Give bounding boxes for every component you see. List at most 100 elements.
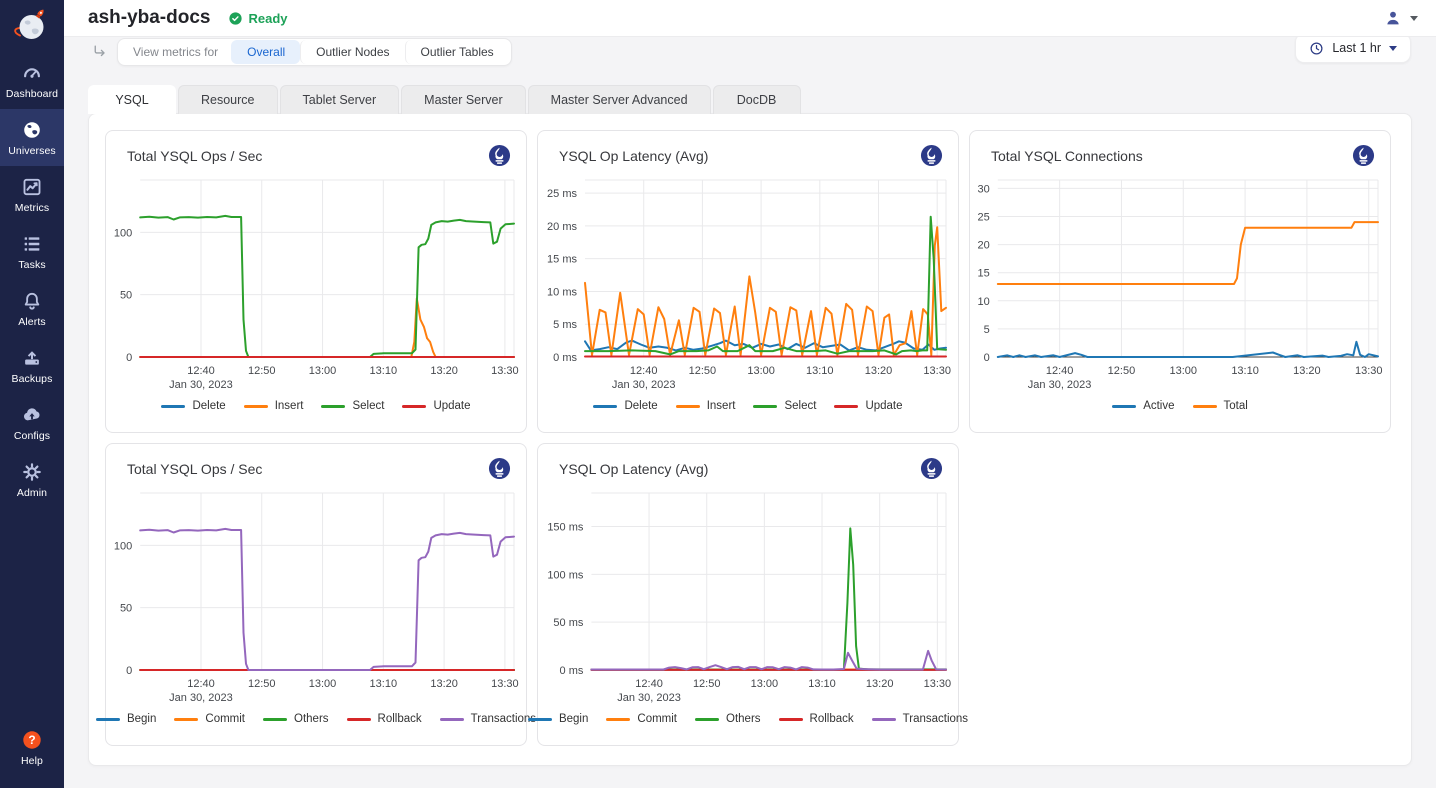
chart-plot[interactable]: 0 ms5 ms10 ms15 ms20 ms25 ms12:40Jan 30,…: [539, 167, 959, 399]
prometheus-icon[interactable]: [488, 457, 511, 480]
chart-plot[interactable]: 0 ms50 ms100 ms150 ms12:40Jan 30, 202312…: [539, 480, 959, 712]
legend-item-delete[interactable]: Delete: [161, 400, 225, 412]
scope-outlier-nodes[interactable]: Outlier Nodes: [300, 40, 404, 64]
legend-label: Transactions: [903, 713, 968, 725]
sidebar-nav: Dashboard Universes Metrics Tasks AlertsBack…: [0, 52, 64, 508]
legend-item-begin[interactable]: Begin: [528, 713, 588, 725]
sidebar-item-universes[interactable]: Universes: [0, 109, 64, 166]
legend-label: Begin: [559, 713, 588, 725]
tab-docdb[interactable]: DocDB: [713, 85, 801, 114]
legend-item-insert[interactable]: Insert: [244, 400, 304, 412]
legend-swatch: [528, 718, 552, 721]
legend-item-others[interactable]: Others: [695, 713, 761, 725]
legend-item-transactions[interactable]: Transactions: [440, 713, 536, 725]
chart-legend: Active Total: [970, 400, 1390, 412]
svg-text:13:20: 13:20: [865, 365, 893, 377]
legend-item-select[interactable]: Select: [753, 400, 816, 412]
svg-text:13:20: 13:20: [430, 365, 458, 377]
legend-swatch: [834, 405, 858, 408]
legend-item-transactions[interactable]: Transactions: [872, 713, 968, 725]
svg-text:13:20: 13:20: [866, 678, 894, 690]
legend-swatch: [676, 405, 700, 408]
tab-ysql[interactable]: YSQL: [88, 85, 176, 114]
legend-swatch: [753, 405, 777, 408]
svg-text:50: 50: [120, 603, 132, 615]
legend-label: Update: [865, 400, 902, 412]
legend-item-rollback[interactable]: Rollback: [779, 713, 854, 725]
sidebar-item-alerts[interactable]: Alerts: [0, 280, 64, 337]
sidebar-item-label: Tasks: [18, 259, 45, 271]
legend-label: Total: [1224, 400, 1248, 412]
sidebar-item-tasks[interactable]: Tasks: [0, 223, 64, 280]
sidebar-item-configs[interactable]: Configs: [0, 394, 64, 451]
yugabyte-logo-icon[interactable]: [0, 0, 64, 52]
prometheus-icon[interactable]: [1352, 144, 1375, 167]
legend-swatch: [606, 718, 630, 721]
legend-item-rollback[interactable]: Rollback: [347, 713, 422, 725]
bell-icon: [21, 290, 43, 312]
list-icon: [21, 233, 43, 255]
prometheus-icon[interactable]: [920, 144, 943, 167]
gauge-icon: [21, 62, 43, 84]
legend-item-total[interactable]: Total: [1193, 400, 1248, 412]
tab-master-server[interactable]: Master Server: [401, 85, 526, 114]
chart-title: Total YSQL Connections: [991, 148, 1143, 164]
svg-text:?: ?: [28, 733, 35, 747]
legend-item-update[interactable]: Update: [834, 400, 902, 412]
legend-item-commit[interactable]: Commit: [606, 713, 677, 725]
chart-plot[interactable]: 05010012:40Jan 30, 202312:5013:0013:1013…: [107, 167, 527, 399]
chart-panel: YSQL Op Latency (Avg) 0 ms5 ms10 ms15 ms…: [537, 130, 959, 433]
sidebar-item-label: Universes: [8, 145, 56, 157]
legend-swatch: [347, 718, 371, 721]
svg-text:15: 15: [978, 268, 990, 280]
svg-text:12:40: 12:40: [187, 678, 215, 690]
legend-item-begin[interactable]: Begin: [96, 713, 156, 725]
chart-plot[interactable]: 05101520253012:40Jan 30, 202312:5013:001…: [971, 167, 1391, 399]
backup-icon: [21, 347, 43, 369]
legend-item-active[interactable]: Active: [1112, 400, 1174, 412]
legend-item-insert[interactable]: Insert: [676, 400, 736, 412]
sidebar-item-label: Help: [21, 755, 43, 767]
svg-text:20 ms: 20 ms: [547, 221, 577, 233]
sidebar-item-label: Configs: [14, 430, 50, 442]
legend-item-update[interactable]: Update: [402, 400, 470, 412]
metrics-scope-group: View metrics for OverallOutlier NodesOut…: [117, 38, 512, 66]
tab-tablet-server[interactable]: Tablet Server: [280, 85, 400, 114]
sidebar-item-dashboard[interactable]: Dashboard: [0, 52, 64, 109]
scope-outlier-tables[interactable]: Outlier Tables: [405, 40, 509, 64]
svg-text:Jan 30, 2023: Jan 30, 2023: [169, 692, 233, 704]
tab-master-server-advanced[interactable]: Master Server Advanced: [528, 85, 711, 114]
svg-text:13:10: 13:10: [806, 365, 834, 377]
time-range-button[interactable]: Last 1 hr: [1295, 33, 1411, 63]
legend-label: Commit: [205, 713, 245, 725]
svg-text:13:30: 13:30: [491, 678, 519, 690]
view-metrics-label: View metrics for: [120, 45, 231, 59]
tab-resource[interactable]: Resource: [178, 85, 278, 114]
svg-text:25 ms: 25 ms: [547, 188, 577, 200]
chart-panel: Total YSQL Connections 05101520253012:40…: [969, 130, 1391, 433]
sidebar: Dashboard Universes Metrics Tasks AlertsBack…: [0, 0, 64, 788]
chevron-down-icon: [1389, 46, 1397, 51]
prometheus-icon[interactable]: [488, 144, 511, 167]
legend-item-others[interactable]: Others: [263, 713, 329, 725]
svg-text:5: 5: [984, 324, 990, 336]
legend-item-commit[interactable]: Commit: [174, 713, 245, 725]
legend-item-select[interactable]: Select: [321, 400, 384, 412]
svg-text:13:30: 13:30: [923, 365, 951, 377]
status-badge: Ready: [228, 11, 287, 26]
legend-item-delete[interactable]: Delete: [593, 400, 657, 412]
scope-overall[interactable]: Overall: [231, 40, 300, 64]
chart-plot[interactable]: 05010012:40Jan 30, 202312:5013:0013:1013…: [107, 480, 527, 712]
sidebar-item-metrics[interactable]: Metrics: [0, 166, 64, 223]
prometheus-icon[interactable]: [920, 457, 943, 480]
user-menu[interactable]: [1383, 8, 1418, 28]
svg-text:12:40: 12:40: [187, 365, 215, 377]
legend-label: Transactions: [471, 713, 536, 725]
svg-text:0: 0: [126, 665, 132, 677]
legend-swatch: [593, 405, 617, 408]
sidebar-item-backups[interactable]: Backups: [0, 337, 64, 394]
sidebar-item-admin[interactable]: Admin: [0, 451, 64, 508]
sidebar-item-help[interactable]: ? Help: [0, 719, 64, 776]
svg-text:13:10: 13:10: [1231, 365, 1259, 377]
legend-label: Commit: [637, 713, 677, 725]
